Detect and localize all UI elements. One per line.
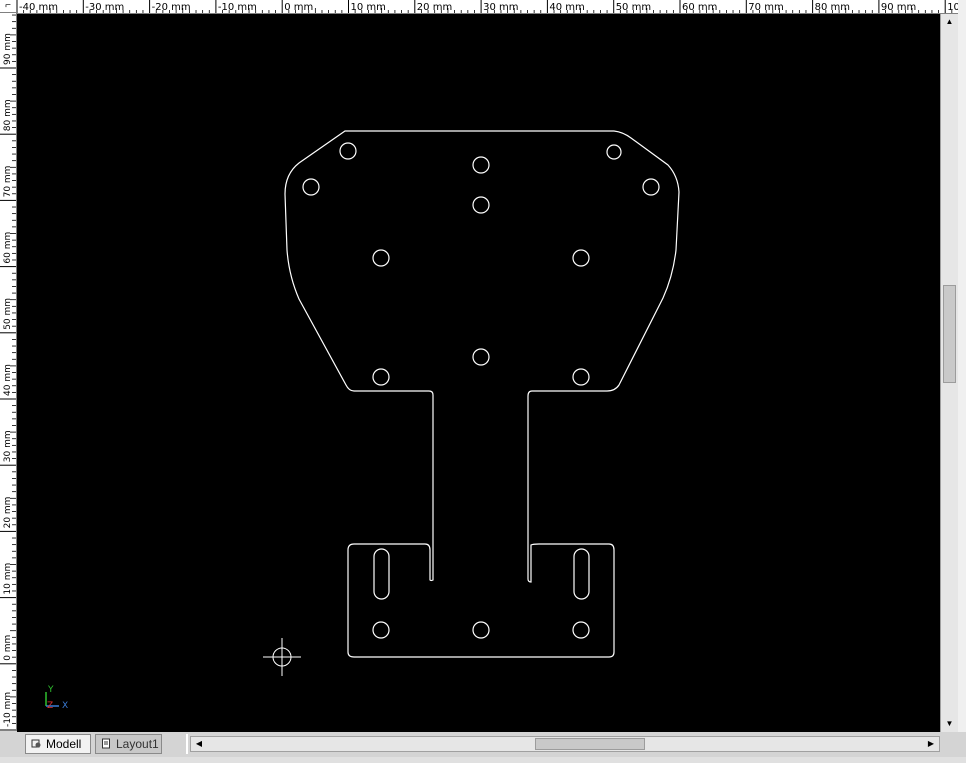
mount-hole bbox=[372, 249, 390, 267]
mount-hole bbox=[606, 144, 622, 160]
ruler-tick-label: 0 mm bbox=[3, 635, 13, 661]
slot bbox=[573, 548, 590, 600]
crosshair-marker bbox=[263, 638, 301, 676]
ruler-tick-label: 70 mm bbox=[3, 166, 13, 198]
tab-splitter[interactable] bbox=[186, 734, 188, 754]
vertical-ruler: 90 mm 80 mm 70 mm 60 mm 50 mm 40 mm 30 mm 20 mm… bbox=[0, 13, 17, 731]
horizontal-scroll-thumb[interactable] bbox=[535, 738, 645, 750]
slot bbox=[373, 548, 390, 600]
cad-drawing: Y Z X bbox=[45, 130, 680, 711]
ucs-z-label: Z bbox=[47, 701, 53, 711]
ruler-tick-label: 20 mm bbox=[3, 497, 13, 529]
ruler-tick-label: 10 bbox=[947, 2, 958, 13]
mount-hole bbox=[572, 249, 590, 267]
ucs-axis-icon: Y Z X bbox=[45, 685, 68, 711]
scroll-down-arrow-icon[interactable]: ▼ bbox=[941, 716, 958, 732]
ruler-tick-label: 60 mm bbox=[682, 2, 717, 13]
vertical-scroll-thumb[interactable] bbox=[943, 285, 956, 383]
ruler-tick-label: 80 mm bbox=[815, 2, 850, 13]
mount-hole bbox=[472, 156, 490, 174]
ruler-tick-label: -20 mm bbox=[152, 2, 191, 13]
ruler-tick-label: 20 mm bbox=[417, 2, 452, 13]
ruler-tick-label: 80 mm bbox=[3, 99, 13, 131]
mount-hole bbox=[472, 348, 490, 366]
ruler-tick-label: -10 mm bbox=[3, 692, 13, 727]
ruler-tick-label: -10 mm bbox=[218, 2, 257, 13]
mount-hole bbox=[372, 621, 390, 639]
mount-hole bbox=[472, 621, 490, 639]
ruler-tick-label: 50 mm bbox=[616, 2, 651, 13]
ruler-tick-label: 60 mm bbox=[3, 232, 13, 264]
tab-layout1[interactable]: Layout1 bbox=[95, 734, 162, 754]
ruler-tick-label: 70 mm bbox=[748, 2, 783, 13]
horizontal-ruler: -40 mm -30 mm -20 mm -10 mm 0 mm 10 mm 20 mm 30… bbox=[17, 0, 958, 14]
scroll-right-arrow-icon[interactable]: ▶ bbox=[923, 737, 939, 751]
ruler-tick-label: 30 mm bbox=[3, 430, 13, 462]
ruler-tick-label: 10 mm bbox=[3, 563, 13, 595]
scroll-up-arrow-icon[interactable]: ▲ bbox=[941, 14, 958, 30]
ruler-tick-label: 0 mm bbox=[284, 2, 313, 13]
ruler-tick-label: 40 mm bbox=[3, 364, 13, 396]
ruler-tick-label: 30 mm bbox=[483, 2, 518, 13]
mount-hole bbox=[572, 368, 590, 386]
ruler-tick-label: 90 mm bbox=[881, 2, 916, 13]
ruler-tick-label: 90 mm bbox=[3, 33, 13, 65]
vertical-scrollbar[interactable]: ▲ ▼ bbox=[940, 14, 958, 732]
tab-layout1-label: Layout1 bbox=[116, 737, 159, 751]
tab-model-label: Modell bbox=[46, 737, 82, 751]
tab-model[interactable]: Modell bbox=[25, 734, 91, 754]
plate-outline bbox=[284, 130, 680, 658]
ruler-tick-label: 10 mm bbox=[351, 2, 386, 13]
mount-hole bbox=[372, 368, 390, 386]
ruler-tick-label: -40 mm bbox=[19, 2, 58, 13]
mount-hole bbox=[572, 621, 590, 639]
horizontal-ruler-ticks: -40 mm -30 mm -20 mm -10 mm 0 mm 10 mm 20 mm 30… bbox=[17, 0, 958, 13]
ruler-origin-icon[interactable]: ⌐ bbox=[0, 0, 17, 13]
mount-hole bbox=[642, 178, 660, 196]
drawing-canvas[interactable]: Y Z X bbox=[17, 14, 940, 732]
scroll-left-arrow-icon[interactable]: ◀ bbox=[191, 737, 207, 751]
ruler-tick-label: -30 mm bbox=[85, 2, 124, 13]
horizontal-scrollbar[interactable]: ◀ ▶ bbox=[190, 736, 940, 752]
status-strip bbox=[0, 757, 966, 763]
ucs-x-label: X bbox=[62, 701, 68, 711]
vertical-ruler-ticks: 90 mm 80 mm 70 mm 60 mm 50 mm 40 mm 30 mm 20 mm… bbox=[0, 14, 16, 731]
mount-hole bbox=[302, 178, 320, 196]
window-edge bbox=[958, 0, 966, 763]
layout-sheet-icon bbox=[102, 738, 110, 749]
mount-hole bbox=[339, 142, 357, 160]
mount-hole bbox=[472, 196, 490, 214]
ucs-y-label: Y bbox=[47, 685, 54, 695]
model-space-icon bbox=[31, 739, 41, 748]
ruler-tick-label: 40 mm bbox=[549, 2, 584, 13]
ruler-tick-label: 50 mm bbox=[3, 298, 13, 330]
